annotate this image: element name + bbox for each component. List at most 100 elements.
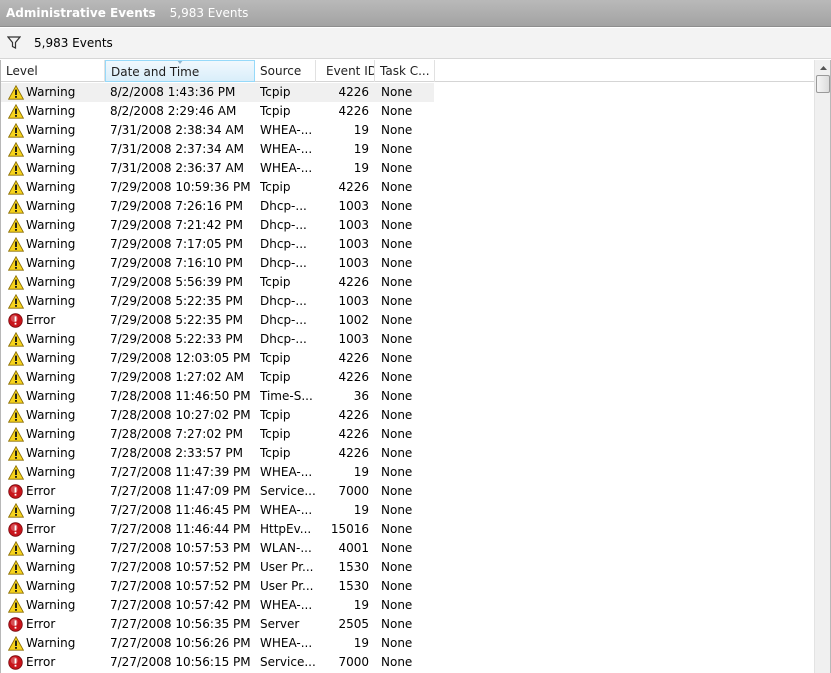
warning-icon <box>8 330 24 349</box>
table-row[interactable]: Error 7/27/2008 11:47:09 PM Service... 7000… <box>1 482 815 501</box>
warning-icon <box>8 292 24 311</box>
warning-icon <box>8 121 24 140</box>
date-cell: 7/27/2008 11:47:09 PM <box>110 484 251 498</box>
source-cell: Tcpip <box>260 180 291 194</box>
warning-icon <box>8 406 24 425</box>
table-row[interactable]: Warning 7/31/2008 2:38:34 AM WHEA-... 19 Non… <box>1 121 815 140</box>
event-id-cell: 1003 <box>338 332 369 346</box>
error-icon <box>8 311 24 330</box>
event-id-cell: 15016 <box>330 522 369 536</box>
level-cell: Warning <box>26 503 76 517</box>
table-row[interactable]: Warning 7/29/2008 5:22:33 PM Dhcp-... 1003 N… <box>1 330 815 349</box>
table-row[interactable]: Warning 7/29/2008 12:03:05 PM Tcpip 4226 Non… <box>1 349 815 368</box>
warning-icon <box>8 254 24 273</box>
source-cell: Dhcp-... <box>260 313 307 327</box>
error-icon <box>8 615 24 634</box>
error-icon <box>8 520 24 539</box>
filter-icon[interactable] <box>7 36 21 50</box>
table-row[interactable]: Warning 7/31/2008 2:36:37 AM WHEA-... 19 Non… <box>1 159 815 178</box>
table-row[interactable]: Warning 7/27/2008 10:57:53 PM WLAN-... 4001… <box>1 539 815 558</box>
table-row[interactable]: Warning 7/27/2008 10:56:26 PM WHEA-... 19 No… <box>1 634 815 653</box>
task-category-cell: None <box>381 332 413 346</box>
table-row[interactable]: Warning 7/28/2008 11:46:50 PM Time-S... 36 N… <box>1 387 815 406</box>
chevron-up-icon <box>819 65 827 70</box>
column-header-date-and-time[interactable]: Date and Time <box>105 60 255 82</box>
table-row[interactable]: Warning 7/29/2008 10:59:36 PM Tcpip 4226 Non… <box>1 178 815 197</box>
table-row[interactable]: Warning 7/29/2008 7:21:42 PM Dhcp-... 1003 N… <box>1 216 815 235</box>
column-header-task-category[interactable]: Task C... <box>375 60 435 82</box>
task-category-cell: None <box>381 655 413 669</box>
table-row[interactable]: Error 7/29/2008 5:22:35 PM Dhcp-... 1002 Non… <box>1 311 815 330</box>
source-cell: Tcpip <box>260 370 291 384</box>
level-cell: Error <box>26 313 56 327</box>
table-row[interactable]: Warning 7/29/2008 5:22:35 PM Dhcp-... 1003 N… <box>1 292 815 311</box>
table-row[interactable]: Warning 7/27/2008 10:57:52 PM User Pr... 15… <box>1 577 815 596</box>
column-header-level[interactable]: Level <box>1 60 105 82</box>
table-row[interactable]: Warning 7/31/2008 2:37:34 AM WHEA-... 19 Non… <box>1 140 815 159</box>
table-row[interactable]: Error 7/27/2008 10:56:15 PM Service... 7000… <box>1 653 815 672</box>
table-row[interactable]: Warning 7/29/2008 5:56:39 PM Tcpip 4226 None <box>1 273 815 292</box>
event-id-cell: 19 <box>353 142 369 156</box>
date-cell: 7/29/2008 7:26:16 PM <box>110 199 244 213</box>
table-row[interactable]: Warning 8/2/2008 1:43:36 PM Tcpip 4226 None <box>1 83 815 102</box>
warning-icon <box>8 368 24 387</box>
level-cell: Warning <box>26 161 76 175</box>
event-id-cell: 4001 <box>338 541 369 555</box>
date-cell: 7/27/2008 10:57:53 PM <box>110 541 251 555</box>
level-cell: Warning <box>26 180 76 194</box>
date-cell: 8/2/2008 2:29:46 AM <box>110 104 237 118</box>
table-row[interactable]: Warning 7/27/2008 10:57:52 PM User Pr... 15… <box>1 558 815 577</box>
source-cell: WHEA-... <box>260 503 313 517</box>
level-cell: Warning <box>26 294 76 308</box>
column-header-event-id[interactable]: Event ID <box>316 60 375 82</box>
warning-icon <box>8 178 24 197</box>
task-category-cell: None <box>381 199 413 213</box>
table-row[interactable]: Warning 7/28/2008 2:33:57 PM Tcpip 4226 None <box>1 444 815 463</box>
date-cell: 7/31/2008 2:36:37 AM <box>110 161 244 175</box>
scrollbar-thumb[interactable] <box>816 75 830 93</box>
event-id-cell: 1003 <box>338 218 369 232</box>
column-header-source[interactable]: Source <box>255 60 316 82</box>
level-cell: Error <box>26 655 56 669</box>
date-cell: 7/28/2008 7:27:02 PM <box>110 427 244 441</box>
table-row[interactable]: Warning 7/27/2008 11:46:45 PM WHEA-... 19 No… <box>1 501 815 520</box>
table-row[interactable]: Warning 8/2/2008 2:29:46 AM Tcpip 4226 None <box>1 102 815 121</box>
level-cell: Warning <box>26 541 76 555</box>
date-cell: 8/2/2008 1:43:36 PM <box>110 85 236 99</box>
task-category-cell: None <box>381 294 413 308</box>
warning-icon <box>8 102 24 121</box>
warning-icon <box>8 235 24 254</box>
warning-icon <box>8 216 24 235</box>
source-cell: User Pr... <box>260 560 314 574</box>
date-cell: 7/29/2008 7:16:10 PM <box>110 256 244 270</box>
level-cell: Warning <box>26 237 76 251</box>
vertical-scrollbar[interactable] <box>814 60 830 673</box>
event-rows: Warning 8/2/2008 1:43:36 PM Tcpip 4226 None W… <box>1 83 815 672</box>
task-category-cell: None <box>381 541 413 555</box>
date-cell: 7/27/2008 10:57:42 PM <box>110 598 251 612</box>
date-cell: 7/29/2008 5:22:35 PM <box>110 313 244 327</box>
date-cell: 7/27/2008 11:46:45 PM <box>110 503 251 517</box>
event-id-cell: 19 <box>353 636 369 650</box>
source-cell: WHEA-... <box>260 598 313 612</box>
level-cell: Warning <box>26 598 76 612</box>
scroll-up-button[interactable] <box>815 60 830 75</box>
source-cell: Tcpip <box>260 275 291 289</box>
table-row[interactable]: Error 7/27/2008 11:46:44 PM HttpEv... 15016… <box>1 520 815 539</box>
warning-icon <box>8 596 24 615</box>
table-row[interactable]: Error 7/27/2008 10:56:35 PM Server 2505 None <box>1 615 815 634</box>
table-row[interactable]: Warning 7/29/2008 1:27:02 AM Tcpip 4226 None <box>1 368 815 387</box>
task-category-cell: None <box>381 351 413 365</box>
table-row[interactable]: Warning 7/29/2008 7:26:16 PM Dhcp-... 1003 N… <box>1 197 815 216</box>
task-category-cell: None <box>381 598 413 612</box>
source-cell: WLAN-... <box>260 541 312 555</box>
source-cell: Dhcp-... <box>260 294 307 308</box>
table-row[interactable]: Warning 7/27/2008 11:47:39 PM WHEA-... 19 No… <box>1 463 815 482</box>
table-row[interactable]: Warning 7/29/2008 7:16:10 PM Dhcp-... 1003 N… <box>1 254 815 273</box>
table-row[interactable]: Warning 7/28/2008 7:27:02 PM Tcpip 4226 None <box>1 425 815 444</box>
table-row[interactable]: Warning 7/28/2008 10:27:02 PM Tcpip 4226 Non… <box>1 406 815 425</box>
event-id-cell: 1002 <box>338 313 369 327</box>
table-row[interactable]: Warning 7/29/2008 7:17:05 PM Dhcp-... 1003 N… <box>1 235 815 254</box>
table-row[interactable]: Warning 7/27/2008 10:57:42 PM WHEA-... 19 No… <box>1 596 815 615</box>
event-id-cell: 19 <box>353 161 369 175</box>
